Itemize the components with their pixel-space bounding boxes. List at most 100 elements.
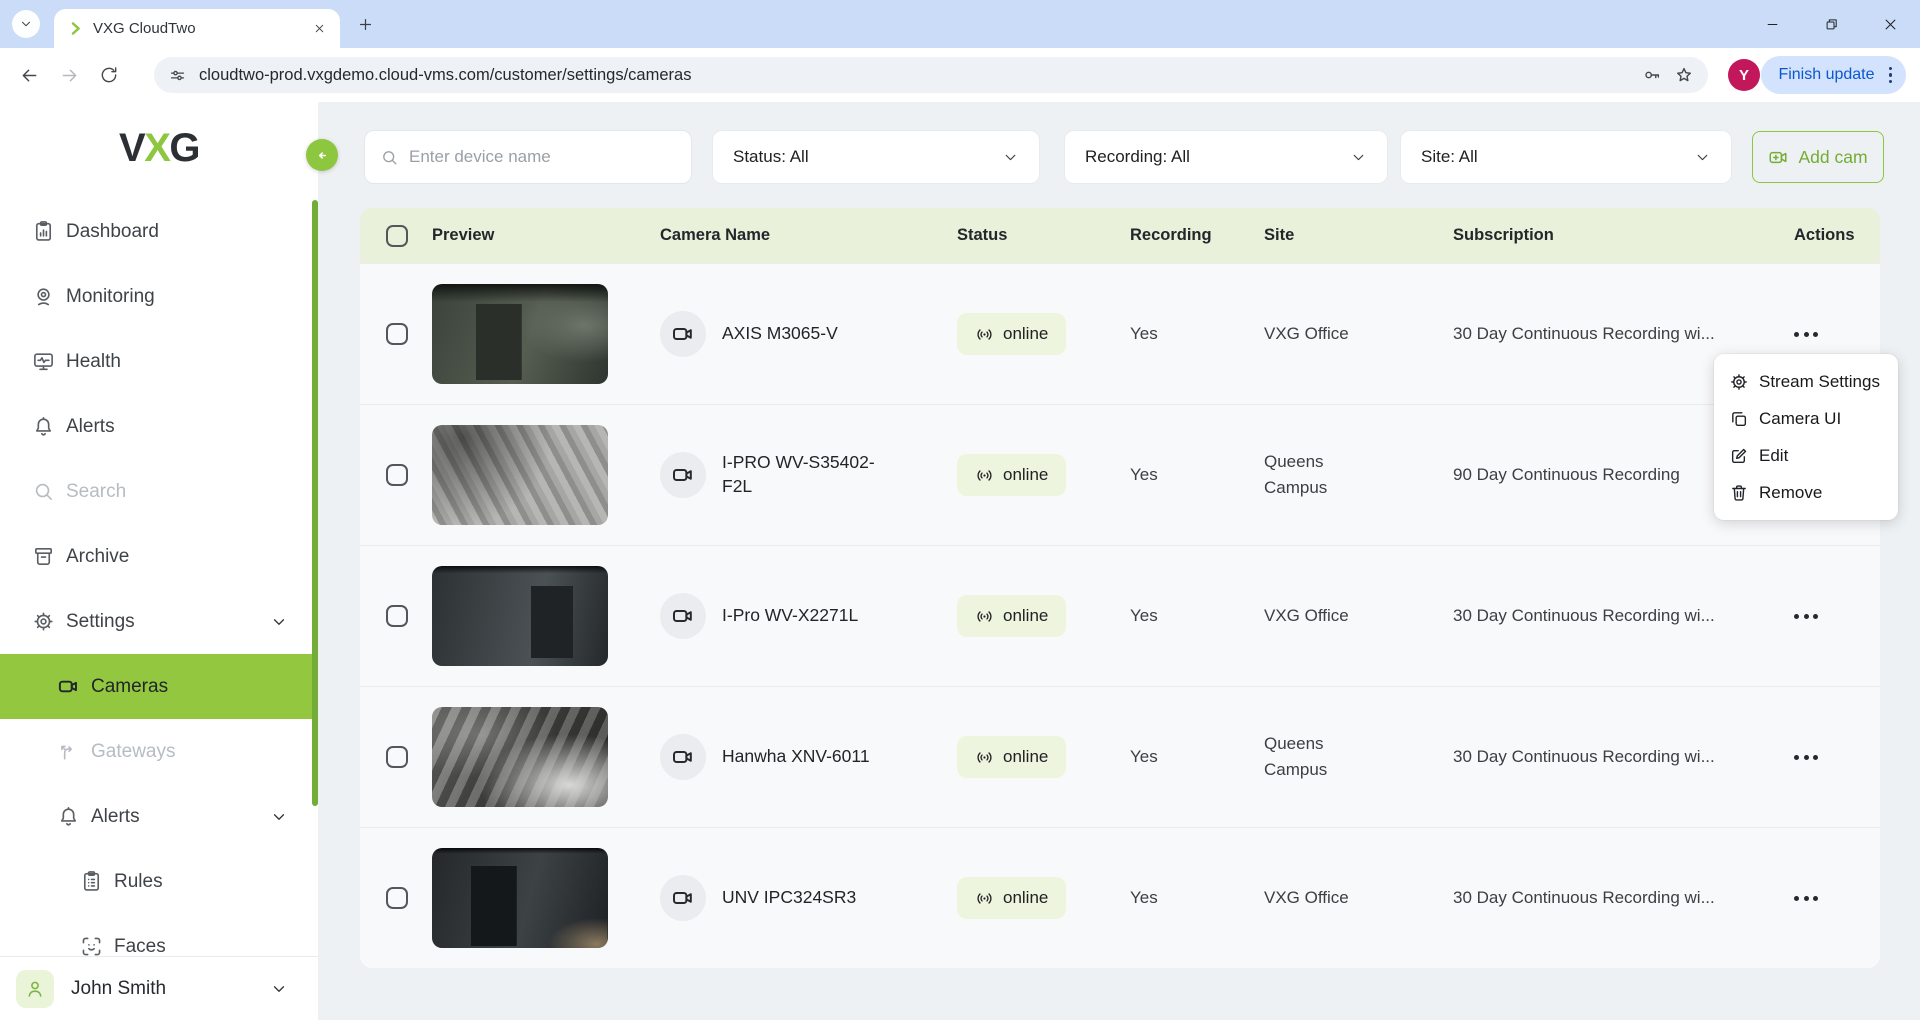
browser-tabstrip: VXG CloudTwo — [0, 0, 1920, 48]
new-tab-button[interactable] — [352, 11, 378, 37]
sidebar: VXG Dashboard Monitoring Health Alerts S… — [0, 102, 318, 1020]
sidebar-collapse-button[interactable] — [306, 139, 338, 171]
site-cell: VXG Office — [1264, 885, 1376, 911]
profile-avatar[interactable]: Y — [1728, 59, 1760, 91]
table-row: I-PRO WV-S35402-F2L online Yes Queens Ca… — [360, 404, 1880, 545]
status-badge: online — [957, 313, 1066, 355]
camera-preview-thumbnail[interactable] — [432, 425, 608, 525]
status-filter-dropdown[interactable]: Status: All — [712, 130, 1040, 184]
camera-name: AXIS M3065-V — [722, 322, 838, 346]
row-actions-menu: Stream Settings Camera UI Edit Remove — [1714, 354, 1898, 520]
app-root: VXG Dashboard Monitoring Health Alerts S… — [0, 102, 1920, 1020]
tab-search-button[interactable] — [12, 10, 40, 38]
sidebar-item-settings[interactable]: Settings — [0, 589, 318, 654]
browser-menu-icon[interactable] — [1885, 67, 1897, 84]
chevron-down-icon — [1350, 149, 1367, 166]
site-info-icon[interactable] — [168, 66, 187, 85]
forward-button[interactable] — [52, 58, 86, 92]
camera-preview-thumbnail[interactable] — [432, 566, 608, 666]
table-row: I-Pro WV-X2271L online Yes VXG Office 30… — [360, 545, 1880, 686]
browser-tab[interactable]: VXG CloudTwo — [54, 9, 340, 48]
site-cell: VXG Office — [1264, 321, 1376, 347]
sidebar-item-alerts-settings[interactable]: Alerts — [0, 784, 318, 849]
status-badge: online — [957, 595, 1066, 637]
search-input[interactable] — [409, 147, 676, 167]
search-icon — [32, 480, 55, 503]
site-cell: Queens Campus — [1264, 449, 1376, 502]
subscription-cell: 30 Day Continuous Recording wi... — [1453, 747, 1794, 767]
camera-preview-thumbnail[interactable] — [432, 707, 608, 807]
vxg-logo: VXG — [0, 126, 318, 171]
row-actions-button[interactable] — [1794, 601, 1854, 631]
bookmark-star-icon[interactable] — [1674, 65, 1694, 85]
password-key-icon[interactable] — [1642, 65, 1662, 85]
user-menu[interactable]: John Smith — [0, 956, 318, 1020]
user-avatar — [16, 970, 54, 1008]
table-row: Hanwha XNV-6011 online Yes Queens Campus… — [360, 686, 1880, 827]
status-badge: online — [957, 454, 1066, 496]
search-icon — [380, 148, 399, 167]
signal-icon — [975, 607, 994, 626]
sidebar-item-dashboard[interactable]: Dashboard — [0, 199, 318, 264]
sidebar-item-health[interactable]: Health — [0, 329, 318, 394]
sidebar-item-rules[interactable]: Rules — [0, 849, 318, 914]
sidebar-item-gateways[interactable]: Gateways — [0, 719, 318, 784]
row-checkbox[interactable] — [386, 746, 408, 768]
row-actions-button[interactable] — [1794, 319, 1854, 349]
browser-toolbar: cloudtwo-prod.vxgdemo.cloud-vms.com/cust… — [0, 48, 1920, 102]
chevron-down-icon — [1694, 149, 1711, 166]
chevron-down-icon — [270, 613, 288, 631]
recording-cell: Yes — [1130, 324, 1264, 344]
window-restore-button[interactable] — [1802, 0, 1861, 48]
menu-item-remove[interactable]: Remove — [1714, 474, 1898, 511]
site-cell: Queens Campus — [1264, 731, 1376, 784]
address-bar[interactable]: cloudtwo-prod.vxgdemo.cloud-vms.com/cust… — [154, 57, 1708, 93]
finish-update-label: Finish update — [1778, 66, 1874, 84]
url-text: cloudtwo-prod.vxgdemo.cloud-vms.com/cust… — [199, 66, 1630, 85]
camera-preview-thumbnail[interactable] — [432, 284, 608, 384]
sidebar-item-monitoring[interactable]: Monitoring — [0, 264, 318, 329]
site-filter-dropdown[interactable]: Site: All — [1400, 130, 1732, 184]
sidebar-item-search[interactable]: Search — [0, 459, 318, 524]
reload-button[interactable] — [92, 58, 126, 92]
select-all-checkbox[interactable] — [386, 225, 408, 247]
sidebar-item-cameras[interactable]: Cameras — [0, 654, 318, 719]
menu-item-stream-settings[interactable]: Stream Settings — [1714, 363, 1898, 400]
sidebar-scrollbar[interactable] — [312, 200, 318, 806]
add-camera-button[interactable]: Add cam — [1752, 131, 1884, 183]
sidebar-item-archive[interactable]: Archive — [0, 524, 318, 589]
person-icon — [24, 978, 46, 1000]
row-checkbox[interactable] — [386, 605, 408, 627]
back-button[interactable] — [12, 58, 46, 92]
row-actions-button[interactable] — [1794, 883, 1854, 913]
row-checkbox[interactable] — [386, 323, 408, 345]
edit-icon — [1729, 446, 1749, 466]
status-badge: online — [957, 877, 1066, 919]
tab-close-icon[interactable] — [308, 18, 330, 40]
menu-item-camera-ui[interactable]: Camera UI — [1714, 400, 1898, 437]
window-minimize-button[interactable] — [1743, 0, 1802, 48]
header-subscription: Subscription — [1453, 226, 1794, 245]
finish-update-button[interactable]: Finish update — [1761, 56, 1906, 94]
webcam-icon — [32, 285, 55, 308]
row-checkbox[interactable] — [386, 887, 408, 909]
camera-name: UNV IPC324SR3 — [722, 886, 856, 910]
dashboard-icon — [32, 220, 55, 243]
copy-icon — [1729, 409, 1749, 429]
recording-filter-dropdown[interactable]: Recording: All — [1064, 130, 1388, 184]
user-name: John Smith — [71, 978, 166, 1000]
camera-icon — [660, 593, 706, 639]
camera-name: Hanwha XNV-6011 — [722, 745, 870, 769]
face-scan-icon — [80, 935, 103, 958]
row-actions-button[interactable] — [1794, 742, 1854, 772]
row-checkbox[interactable] — [386, 464, 408, 486]
camera-preview-thumbnail[interactable] — [432, 848, 608, 948]
gear-icon — [1729, 372, 1749, 392]
camera-name: I-PRO WV-S35402-F2L — [722, 451, 894, 498]
window-close-button[interactable] — [1861, 0, 1920, 48]
recording-cell: Yes — [1130, 747, 1264, 767]
sidebar-item-alerts[interactable]: Alerts — [0, 394, 318, 459]
header-status: Status — [957, 226, 1130, 245]
table-row: AXIS M3065-V online Yes VXG Office 30 Da… — [360, 263, 1880, 404]
menu-item-edit[interactable]: Edit — [1714, 437, 1898, 474]
